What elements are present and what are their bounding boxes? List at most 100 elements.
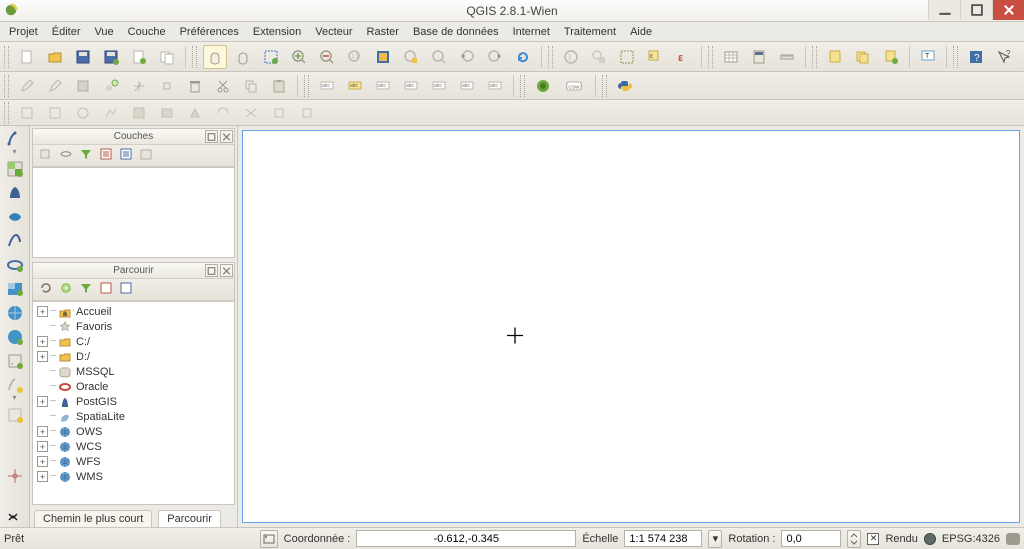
menu-internet[interactable]: Internet [506, 24, 557, 40]
browser-item-postgis[interactable]: +─PostGIS [33, 394, 234, 409]
zoom-to-selection-button[interactable] [399, 45, 423, 69]
browser-item-oracle[interactable]: ─Oracle [33, 379, 234, 394]
browser-item-favoris[interactable]: ─Favoris [33, 319, 234, 334]
digitize-9-button[interactable] [239, 101, 263, 125]
digitize-8-button[interactable] [211, 101, 235, 125]
add-raster-layer-button[interactable] [6, 160, 24, 178]
node-tool-button[interactable] [155, 74, 179, 98]
browser-item-c[interactable]: +─C:/ [33, 334, 234, 349]
composer-manager-button[interactable] [155, 45, 179, 69]
select-features-button[interactable] [615, 45, 639, 69]
browser-panel-body[interactable]: +─Accueil─Favoris+─C:/+─D:/─MSSQL─Oracle… [33, 301, 234, 504]
map-canvas[interactable] [242, 130, 1020, 523]
save-project-button[interactable] [71, 45, 95, 69]
toolbar-handle[interactable] [4, 75, 9, 97]
zoom-in-selection-button[interactable] [259, 45, 283, 69]
expand-icon[interactable] [6, 509, 24, 527]
scale-dropdown-button[interactable]: ▾ [708, 530, 722, 548]
whats-this-button[interactable]: ? [992, 45, 1016, 69]
menu-couche[interactable]: Couche [121, 24, 173, 40]
label-rotate-button[interactable]: abc [455, 74, 479, 98]
browser-item-accueil[interactable]: +─Accueil [33, 304, 234, 319]
add-feature-button[interactable] [99, 74, 123, 98]
deselect-button[interactable]: ε [671, 45, 695, 69]
bookmark-new-button[interactable] [823, 45, 847, 69]
add-vector-layer-button[interactable] [6, 130, 24, 148]
browser-item-mssql[interactable]: ─MSSQL [33, 364, 234, 379]
digitize-2-button[interactable] [43, 101, 67, 125]
bookmark-show-button[interactable] [851, 45, 875, 69]
zoom-full-button[interactable] [371, 45, 395, 69]
browser-item-d[interactable]: +─D:/ [33, 349, 234, 364]
digitize-7-button[interactable] [183, 101, 207, 125]
expand-icon[interactable]: + [37, 351, 48, 362]
cut-button[interactable] [211, 74, 235, 98]
annotation-text-button[interactable]: T [916, 45, 940, 69]
digitize-5-button[interactable] [127, 101, 151, 125]
zoom-to-layer-button[interactable] [427, 45, 451, 69]
help-button[interactable]: ? [964, 45, 988, 69]
browser-item-wms[interactable]: +─WMS [33, 469, 234, 484]
copy-button[interactable] [239, 74, 263, 98]
filter-browser-button[interactable] [79, 281, 93, 298]
toolbar-handle[interactable] [304, 75, 309, 97]
field-calculator-button[interactable] [747, 45, 771, 69]
rotation-input[interactable] [781, 530, 841, 547]
delete-selected-button[interactable] [183, 74, 207, 98]
zoom-out-button[interactable] [315, 45, 339, 69]
label-pin-button[interactable]: abc [371, 74, 395, 98]
toolbar-handle[interactable] [812, 46, 817, 68]
menu-vecteur[interactable]: Vecteur [308, 24, 359, 40]
digitize-4-button[interactable] [99, 101, 123, 125]
menu-editer[interactable]: Éditer [45, 24, 88, 40]
openlayers-button[interactable] [531, 74, 555, 98]
new-shapefile-button[interactable] [6, 376, 24, 394]
remove-layer-button[interactable] [139, 147, 153, 164]
browser-item-spatialite[interactable]: ─SpatiaLite [33, 409, 234, 424]
pan-to-selection-button[interactable] [231, 45, 255, 69]
expand-icon[interactable]: + [37, 441, 48, 452]
pan-map-button[interactable] [203, 45, 227, 69]
digitize-10-button[interactable] [267, 101, 291, 125]
tab-shortest-path[interactable]: Chemin le plus court [34, 510, 152, 527]
expand-icon[interactable]: + [37, 426, 48, 437]
collapse-all-button[interactable] [119, 147, 133, 164]
rotation-stepper[interactable] [847, 530, 861, 548]
label-move-button[interactable]: abc [427, 74, 451, 98]
add-oracle-layer-button[interactable] [6, 256, 24, 274]
expand-icon[interactable]: + [37, 471, 48, 482]
zoom-native-button[interactable]: 1:1 [343, 45, 367, 69]
label-layer-button[interactable]: abc [315, 74, 339, 98]
menu-bdd[interactable]: Base de données [406, 24, 506, 40]
move-feature-button[interactable] [127, 74, 151, 98]
python-console-button[interactable] [613, 74, 637, 98]
label-show-button[interactable]: abc [399, 74, 423, 98]
menu-traitement[interactable]: Traitement [557, 24, 623, 40]
toolbar-handle[interactable] [602, 75, 607, 97]
digitize-6-button[interactable] [155, 101, 179, 125]
menu-preferences[interactable]: Préférences [173, 24, 246, 40]
csw-button[interactable]: CSW [559, 74, 589, 98]
collapse-browser-button[interactable] [99, 281, 113, 298]
crs-globe-icon[interactable] [924, 533, 936, 545]
toggle-extents-button[interactable] [260, 530, 278, 548]
save-layer-edits-button[interactable] [71, 74, 95, 98]
layers-panel-body[interactable] [33, 167, 234, 257]
expand-icon[interactable]: + [37, 336, 48, 347]
menu-projet[interactable]: Projet [2, 24, 45, 40]
refresh-button[interactable] [511, 45, 535, 69]
label-highlight-button[interactable]: abc [343, 74, 367, 98]
new-project-button[interactable] [15, 45, 39, 69]
add-delimited-text-button[interactable]: , [6, 352, 24, 370]
zoom-next-button[interactable] [483, 45, 507, 69]
filter-legend-button[interactable] [79, 147, 93, 164]
new-gpkg-button[interactable] [6, 406, 24, 424]
save-edits-button[interactable] [43, 74, 67, 98]
open-project-button[interactable] [43, 45, 67, 69]
toolbar-handle[interactable] [192, 46, 197, 68]
add-spatialite-layer-button[interactable] [6, 208, 24, 226]
browser-panel-close-button[interactable] [220, 264, 233, 277]
menu-raster[interactable]: Raster [360, 24, 406, 40]
measure-button[interactable] [775, 45, 799, 69]
attribute-table-button[interactable] [719, 45, 743, 69]
